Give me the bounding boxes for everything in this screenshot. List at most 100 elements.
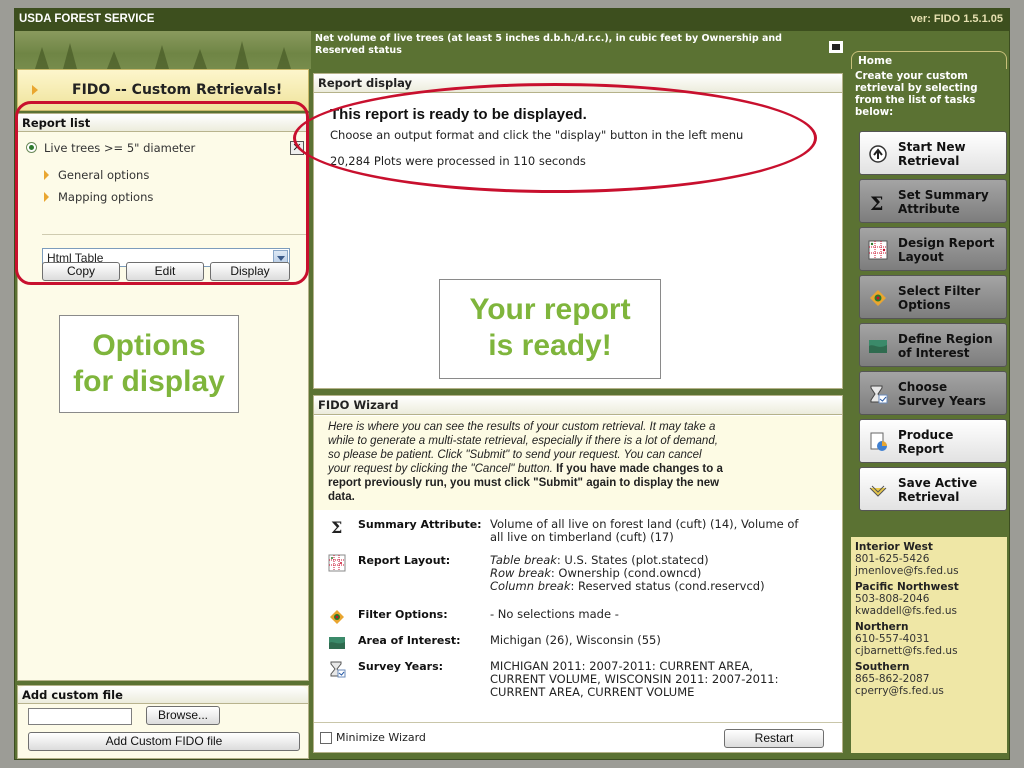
restart-button[interactable]: Restart <box>724 729 824 748</box>
display-button[interactable]: Display <box>210 262 290 281</box>
browse-button[interactable]: Browse... <box>146 706 220 725</box>
layout-grid-icon <box>328 554 346 572</box>
agency-bar: USDA FOREST SERVICE ver: FIDO 1.5.1.05 <box>15 9 1009 31</box>
wizard-help-line3: so please be patient. Click "Submit" to … <box>328 449 702 461</box>
arrow-right-icon <box>32 85 38 95</box>
task-label: Choose Survey Years <box>898 380 986 408</box>
table-break-label: Table break <box>490 553 557 567</box>
sigma-icon: Σ <box>331 518 342 536</box>
task-label: Start New Retrieval <box>898 140 966 168</box>
set-summary-attribute-button[interactable]: Σ Set Summary Attribute <box>859 179 1007 223</box>
task-label: Produce Report <box>898 428 954 456</box>
usda-logo: USDA FOREST SERVICE <box>19 13 155 25</box>
mapping-options-label: Mapping options <box>58 190 154 204</box>
contact-region: Northern <box>855 621 909 633</box>
task-label: Select Filter Options <box>898 284 981 312</box>
filter-icon <box>330 610 344 624</box>
wizard-value-line: Column break: Reserved status (cond.rese… <box>490 579 765 593</box>
fido-wizard-heading: FIDO Wizard <box>314 396 842 415</box>
wizard-value-line: Michigan (26), Wisconsin (55) <box>490 633 661 647</box>
contact-email[interactable]: kwaddell@fs.fed.us <box>855 605 1003 617</box>
add-custom-fido-file-button[interactable]: Add Custom FIDO file <box>28 732 300 751</box>
report-title: Net volume of live trees (at least 5 inc… <box>315 33 782 56</box>
mapping-options-link[interactable]: Mapping options <box>44 190 154 204</box>
contact-email[interactable]: jmenlove@fs.fed.us <box>855 565 1003 577</box>
arrow-right-icon <box>44 170 49 180</box>
contact-email[interactable]: cjbarnett@fs.fed.us <box>855 645 1003 657</box>
design-report-layout-button[interactable]: Design Report Layout <box>859 227 1007 271</box>
options-callout: Options for display <box>59 315 239 413</box>
report-radio[interactable] <box>26 142 37 153</box>
report-ready-callout-line2: is ready! <box>488 329 612 362</box>
wizard-value: Volume of all live on forest land (cuft)… <box>490 518 835 544</box>
filter-icon <box>870 290 886 306</box>
wizard-label: Area of Interest: <box>358 634 461 647</box>
define-region-of-interest-button[interactable]: Define Region of Interest <box>859 323 1007 367</box>
contact-region: Interior West <box>855 541 933 553</box>
report-ready-instructions: Choose an output format and click the "d… <box>330 128 744 142</box>
options-callout-line2: for display <box>73 365 225 398</box>
save-active-retrieval-button[interactable]: Save Active Retrieval <box>859 467 1007 511</box>
wizard-value: - No selections made - <box>490 608 835 621</box>
report-list-heading: Report list <box>18 114 308 132</box>
wizard-help-line1: Here is where you can see the results of… <box>328 421 716 433</box>
wizard-help-bold1: If you have made changes to a <box>556 463 723 475</box>
task-label: Save Active Retrieval <box>898 476 978 504</box>
contact-phone: 610-557-4031 <box>855 633 930 645</box>
edit-button[interactable]: Edit <box>126 262 204 281</box>
report-ready-callout-line1: Your report <box>469 293 631 326</box>
version-label: ver: FIDO 1.5.1.05 <box>910 13 1003 25</box>
options-callout-line1: Options <box>92 329 206 362</box>
wizard-help-line2: while to generate a multi-state retrieva… <box>328 435 718 447</box>
add-custom-file-panel: Add custom file Browse... Add Custom FID… <box>17 685 309 759</box>
wizard-value-line: - No selections made - <box>490 607 619 621</box>
choose-survey-years-button[interactable]: Choose Survey Years <box>859 371 1007 415</box>
wizard-footer: Minimize Wizard Restart <box>314 722 842 752</box>
fido-title: FIDO -- Custom Retrievals! <box>72 82 283 98</box>
forest-banner <box>15 31 311 69</box>
column-break-label: Column break <box>490 579 571 593</box>
plots-processed-text: 20,284 Plots were processed in 110 secon… <box>330 154 586 168</box>
report-ready-title: This report is ready to be displayed. <box>330 106 587 123</box>
wizard-value-line: all live on timberland (cuft) (17) <box>490 530 674 544</box>
regional-contacts: Interior West 801-625-5426 jmenlove@fs.f… <box>851 537 1007 753</box>
minimize-wizard-label[interactable]: Minimize Wizard <box>336 731 426 744</box>
copy-button[interactable]: Copy <box>42 262 120 281</box>
start-new-retrieval-button[interactable]: Start New Retrieval <box>859 131 1007 175</box>
close-icon[interactable]: ✕ <box>290 141 304 155</box>
center-column: Report display This report is ready to b… <box>293 69 849 759</box>
wizard-value: MICHIGAN 2011: 2007-2011: CURRENT AREA, … <box>490 660 835 699</box>
app-frame: USDA FOREST SERVICE ver: FIDO 1.5.1.05 N… <box>14 8 1010 760</box>
tab-home[interactable]: Home <box>851 51 1007 69</box>
wizard-label: Survey Years: <box>358 660 444 673</box>
general-options-link[interactable]: General options <box>44 168 149 182</box>
contact-phone: 503-808-2046 <box>855 593 930 605</box>
report-item-label[interactable]: Live trees >= 5" diameter <box>44 141 195 155</box>
map-icon <box>329 637 345 649</box>
select-filter-options-button[interactable]: Select Filter Options <box>859 275 1007 319</box>
start-icon <box>869 145 887 163</box>
report-list-item: Live trees >= 5" diameter ✕ General opti… <box>18 136 310 286</box>
minimize-window-icon[interactable] <box>829 41 843 53</box>
task-label: Define Region of Interest <box>898 332 993 360</box>
file-path-input[interactable] <box>28 708 132 725</box>
wizard-help-text: Here is where you can see the results of… <box>314 416 842 510</box>
add-custom-file-heading: Add custom file <box>18 686 308 704</box>
report-ready-callout: Your report is ready! <box>439 279 661 379</box>
hourglass-icon <box>870 385 888 404</box>
report-icon <box>870 432 887 451</box>
report-title-banner: Net volume of live trees (at least 5 inc… <box>311 31 847 69</box>
wizard-help-line4: your request by clicking the "Cancel" bu… <box>328 463 553 475</box>
contact-region: Southern <box>855 661 910 673</box>
minimize-wizard-checkbox[interactable] <box>320 732 332 744</box>
report-display-heading: Report display <box>314 74 842 93</box>
produce-report-button[interactable]: Produce Report <box>859 419 1007 463</box>
wizard-value: Table break: U.S. States (plot.statecd) … <box>490 554 835 593</box>
task-label: Set Summary Attribute <box>898 188 989 216</box>
wizard-value-line: CURRENT AREA, CURRENT VOLUME <box>490 685 695 699</box>
wizard-value: Michigan (26), Wisconsin (55) <box>490 634 835 647</box>
contact-email[interactable]: cperry@fs.fed.us <box>855 685 1003 697</box>
svg-text:Σ: Σ <box>870 193 883 212</box>
wizard-label: Report Layout: <box>358 554 451 567</box>
svg-text:Σ: Σ <box>331 518 342 536</box>
